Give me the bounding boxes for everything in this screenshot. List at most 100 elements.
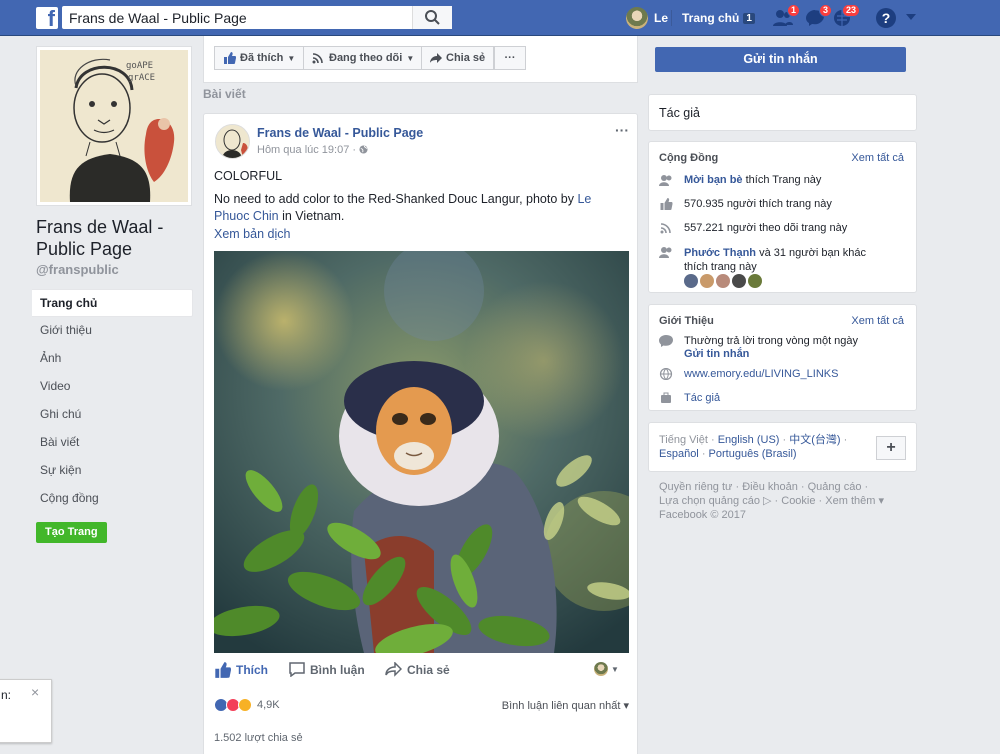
share-arrow-icon (385, 662, 402, 677)
see-translation-link[interactable]: Xem bản dịch (214, 227, 290, 241)
nav-item-videos[interactable]: Video (32, 373, 193, 401)
footer-links: Quyền riêng tư · Điều khoản · Quảng cáo … (659, 480, 909, 522)
share-label: Chia sẻ (446, 52, 486, 64)
facebook-logo[interactable]: f (36, 6, 58, 31)
help-icon[interactable]: ? (876, 8, 896, 28)
svg-text:grACE: grACE (128, 73, 155, 83)
nav-item-about[interactable]: Giới thiệu (32, 317, 193, 345)
separator: · (840, 434, 848, 446)
friends-avatars (684, 274, 764, 288)
nav-item-photos[interactable]: Ảnh (32, 345, 193, 373)
terms-link[interactable]: Điều khoản (742, 481, 798, 493)
notification-badge: 3 (818, 4, 832, 17)
home-link[interactable]: Trang chủ 1 (682, 11, 755, 25)
douc-langur-photo (214, 251, 629, 653)
globe-icon (659, 368, 673, 380)
reaction-icons[interactable]: 4,9K (214, 698, 280, 712)
notifications-button[interactable]: 23 (832, 4, 860, 28)
shares-count[interactable]: 1.502 lượt chia sẻ (214, 732, 303, 744)
post-time-text: Hôm qua lúc 19:07 · (257, 144, 360, 156)
post-timestamp[interactable]: Hôm qua lúc 19:07 · (257, 144, 368, 156)
like-button[interactable]: Thích (214, 662, 268, 678)
post-options-button[interactable]: ··· (615, 122, 629, 138)
separator: · (779, 434, 790, 446)
adchoices-icon: ▷ (759, 495, 772, 507)
language-portuguese[interactable]: Português (Brasil) (709, 448, 797, 460)
avatar[interactable] (700, 274, 714, 288)
page-category[interactable]: Tác giả (659, 106, 700, 120)
profile-link[interactable]: Le (626, 6, 668, 30)
cookie-link[interactable]: Cookie (781, 495, 815, 507)
add-language-button[interactable]: + (876, 436, 906, 460)
post-author-name[interactable]: Frans de Waal - Public Page (257, 126, 423, 140)
post-action-bar: Thích Bình luận Chia sẻ ▼ (214, 660, 629, 684)
separator: · (815, 495, 826, 507)
liked-button[interactable]: Đã thích ▼ (214, 46, 305, 70)
like-label: Thích (236, 663, 268, 677)
adchoices-link[interactable]: Lựa chọn quảng cáo (659, 495, 760, 507)
close-icon[interactable]: × (31, 684, 39, 700)
page-title[interactable]: Frans de Waal - Public Page (36, 216, 196, 260)
privacy-link[interactable]: Quyền riêng tư (659, 481, 732, 493)
more-link[interactable]: Xem thêm ▾ (825, 495, 884, 507)
category-row: Tác giả (659, 392, 720, 404)
separator: · (732, 481, 743, 493)
post-as-selector[interactable]: ▼ (594, 662, 619, 676)
friends-icon (659, 175, 672, 186)
messenger-icon (659, 335, 673, 347)
reactions-summary: 4,9K Bình luận liên quan nhất ▾ (214, 698, 629, 716)
nav-item-notes[interactable]: Ghi chú (32, 401, 193, 429)
friend-name-link[interactable]: Phước Thạnh (684, 247, 756, 259)
separator: · (861, 481, 869, 493)
page-profile-picture[interactable]: goAPE grACE (36, 46, 192, 206)
nav-item-community[interactable]: Cộng đồng (32, 485, 193, 513)
ads-link[interactable]: Quảng cáo (808, 481, 862, 493)
language-chinese[interactable]: 中文(台灣) (789, 434, 840, 446)
comment-label: Bình luận (310, 662, 365, 677)
share-page-button[interactable]: Chia sẻ (421, 46, 495, 70)
category-link[interactable]: Tác giả (684, 392, 720, 404)
avatar[interactable] (716, 274, 730, 288)
notification-badge: 1 (786, 4, 800, 17)
comment-sort-dropdown[interactable]: Bình luận liên quan nhất ▾ (502, 699, 629, 712)
language-spanish[interactable]: Español (659, 448, 699, 460)
liked-label: Đã thích (240, 52, 284, 64)
more-options-button[interactable]: ··· (494, 46, 526, 70)
nav-item-posts[interactable]: Bài viết (32, 429, 193, 457)
messages-button[interactable]: 3 (804, 4, 832, 28)
post-title-line: COLORFUL (214, 169, 283, 183)
comment-button[interactable]: Bình luận (289, 662, 365, 677)
page-navigation: Trang chủ Giới thiệu Ảnh Video Ghi chú B… (32, 289, 193, 513)
account-menu-chevron-down-icon[interactable] (906, 14, 916, 20)
friend-requests-button[interactable]: 1 (772, 4, 800, 28)
public-globe-icon (359, 145, 368, 154)
invite-friends-link[interactable]: Mời bạn bè (684, 174, 743, 186)
about-see-all-link[interactable]: Xem tất cả (851, 315, 904, 327)
nav-item-events[interactable]: Sự kiện (32, 457, 193, 485)
website-link[interactable]: www.emory.edu/LIVING_LINKS (684, 368, 838, 380)
post-photo[interactable] (214, 251, 629, 653)
thumbs-up-icon (215, 662, 231, 678)
avatar[interactable] (748, 274, 762, 288)
avatar[interactable] (732, 274, 746, 288)
language-english[interactable]: English (US) (718, 434, 780, 446)
page-likes-row: 570.935 người thích trang này (659, 198, 832, 210)
search-input[interactable] (62, 6, 402, 29)
avatar[interactable] (684, 274, 698, 288)
comment-icon (289, 662, 305, 677)
page-username[interactable]: @franspublic (36, 262, 119, 277)
share-button[interactable]: Chia sẻ (385, 662, 450, 677)
create-page-button[interactable]: Tạo Trang (36, 522, 107, 543)
search-button[interactable] (412, 6, 452, 29)
send-message-button[interactable]: Gửi tin nhắn (655, 47, 906, 72)
chat-popup[interactable]: n: × (0, 679, 52, 743)
nav-item-home[interactable]: Trang chủ (32, 289, 193, 317)
chevron-down-icon: ▼ (287, 53, 296, 63)
section-title: Bài viết (203, 87, 246, 101)
avatar (594, 662, 608, 676)
about-send-message-link[interactable]: Gửi tin nhắn (684, 348, 749, 360)
community-see-all-link[interactable]: Xem tất cả (851, 152, 904, 164)
wow-reaction-icon (238, 698, 252, 712)
following-button[interactable]: Đang theo dõi ▼ (303, 46, 424, 70)
post-author-avatar[interactable] (215, 124, 250, 159)
